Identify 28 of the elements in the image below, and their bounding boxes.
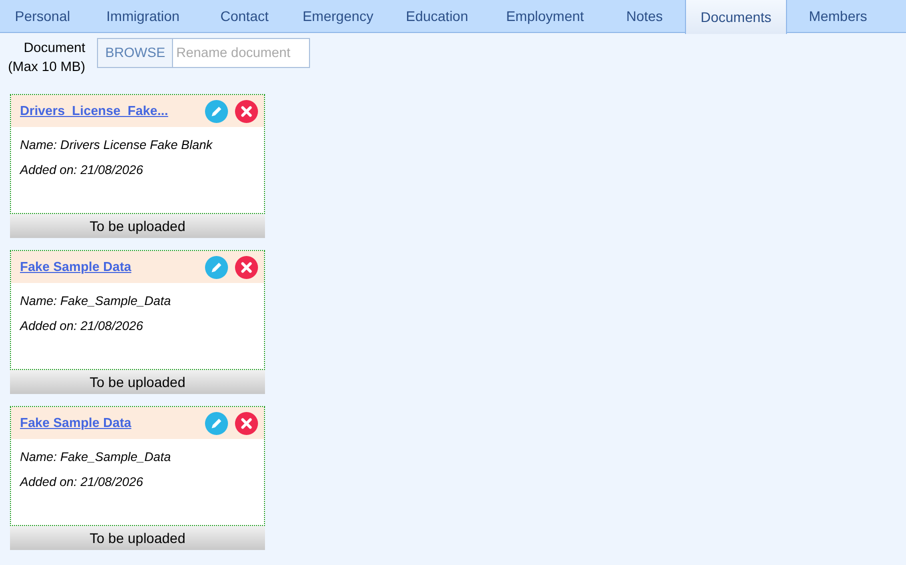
delete-icon[interactable] <box>235 412 258 434</box>
tab[interactable]: Employment <box>486 0 604 33</box>
tab[interactable]: Emergency <box>288 0 388 33</box>
upload-status: To be uploaded <box>10 526 265 550</box>
tab[interactable]: Contact <box>201 0 288 33</box>
document-name: Name: Drivers License Fake Blank <box>20 137 214 154</box>
size-hint: (Max 10 MB) <box>8 58 86 76</box>
delete-icon[interactable] <box>235 100 258 122</box>
tab[interactable]: Education <box>388 0 486 33</box>
browse-button[interactable]: BROWSE <box>97 38 174 68</box>
added-date: Added on: 21/08/2026 <box>20 318 144 335</box>
tab[interactable]: Notes <box>604 0 685 33</box>
added-date: Added on: 21/08/2026 <box>20 474 144 491</box>
document-label: Document <box>24 39 86 57</box>
upload-status: To be uploaded <box>10 214 265 238</box>
upload-status: To be uploaded <box>10 370 265 394</box>
rename-field[interactable]: Rename document <box>173 38 310 68</box>
tab[interactable]: Members <box>787 0 889 33</box>
delete-icon[interactable] <box>235 256 258 278</box>
edit-icon[interactable] <box>205 100 228 122</box>
tab[interactable]: Personal <box>0 0 85 33</box>
edit-icon[interactable] <box>205 256 228 278</box>
document-name: Name: Fake_Sample_Data <box>20 293 172 310</box>
tab[interactable]: Immigration <box>85 0 201 33</box>
tab[interactable]: Documents <box>685 0 787 34</box>
document-name: Name: Fake_Sample_Data <box>20 449 172 466</box>
edit-icon[interactable] <box>205 412 228 434</box>
added-date: Added on: 21/08/2026 <box>20 162 144 179</box>
